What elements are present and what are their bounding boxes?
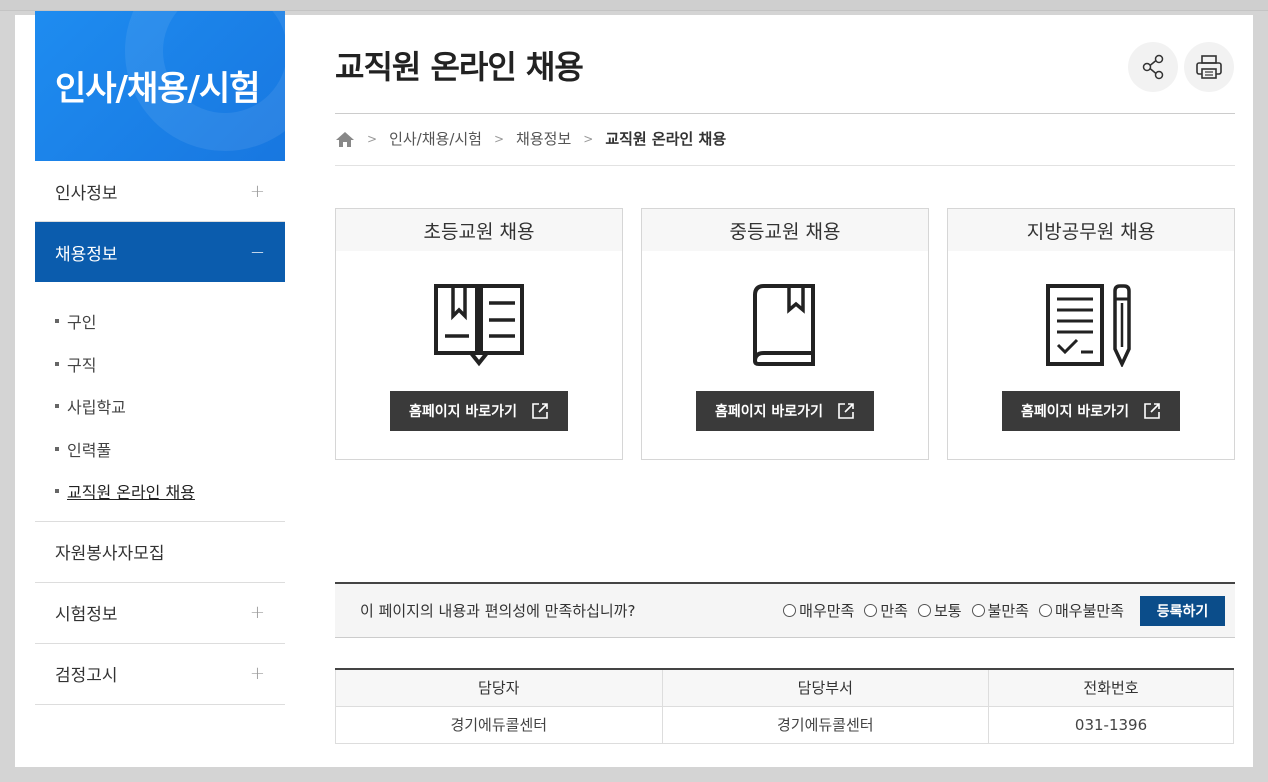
breadcrumb-item[interactable]: 인사/채용/시험 [389, 128, 482, 149]
table-header-row: 담당자 담당부서 전화번호 [335, 668, 1234, 707]
sidebar-title: 인사/채용/시험 [55, 69, 261, 109]
button-label: 홈페이지 바로가기 [1021, 404, 1129, 420]
card-elementary-recruit: 초등교원 채용 홈페이지 바로가기 [335, 208, 623, 460]
sidebar-item-label: 검정고시 [55, 666, 118, 686]
submenu-item-online-recruit[interactable]: 교직원 온라인 채용 [55, 470, 285, 513]
survey-option-satisfied[interactable]: 만족 [864, 600, 908, 621]
open-book-icon [434, 284, 524, 367]
sidebar-submenu: 구인 구직 사립학교 인력풀 교직원 온라인 채용 [35, 282, 285, 522]
sidebar-menu: 인사정보 + 채용정보 − 구인 구직 사립학교 인력풀 교직원 온라인 채용 … [35, 161, 285, 705]
card-title: 지방공무원 채용 [948, 209, 1234, 251]
chevron-right-icon: > [583, 131, 594, 146]
radio-button[interactable] [783, 604, 797, 617]
sidebar-item-volunteer[interactable]: 자원봉사자모집 [35, 522, 285, 583]
survey-option-very-dissatisfied[interactable]: 매우불만족 [1038, 600, 1124, 621]
option-label: 매우불만족 [1054, 602, 1124, 620]
option-label: 보통 [933, 602, 962, 620]
minus-icon[interactable]: − [250, 242, 265, 263]
share-button[interactable] [1128, 42, 1178, 92]
table-cell: 경기에듀콜센터 [335, 705, 663, 744]
breadcrumb-item[interactable]: 채용정보 [516, 128, 571, 149]
contact-table: 담당자 담당부서 전화번호 경기에듀콜센터 경기에듀콜센터 031-1396 [335, 668, 1234, 744]
share-icon [1142, 54, 1164, 80]
sidebar-item-hr-info[interactable]: 인사정보 + [35, 161, 285, 222]
external-link-icon [838, 403, 854, 419]
option-label: 불만족 [987, 602, 1029, 620]
document-pencil-icon [1046, 284, 1131, 367]
divider [335, 113, 1235, 114]
plus-icon[interactable]: + [250, 602, 265, 623]
submenu-link[interactable]: 인력풀 [67, 437, 111, 461]
card-secondary-recruit: 중등교원 채용 홈페이지 바로가기 [641, 208, 929, 460]
sidebar-item-ged[interactable]: 검정고시 + [35, 644, 285, 705]
table-row: 경기에듀콜센터 경기에듀콜센터 031-1396 [335, 705, 1234, 744]
homepage-link-button[interactable]: 홈페이지 바로가기 [1002, 391, 1180, 431]
option-label: 매우만족 [799, 602, 855, 620]
card-icon-wrap [642, 283, 928, 367]
column-header: 담당자 [335, 668, 663, 707]
submenu-item-job-seek[interactable]: 구직 [55, 343, 285, 386]
external-link-icon [1144, 403, 1160, 419]
sidebar-item-label: 채용정보 [55, 244, 118, 265]
table-cell: 031-1396 [988, 705, 1234, 744]
print-button[interactable] [1184, 42, 1234, 92]
sidebar-item-label: 자원봉사자모집 [55, 544, 165, 564]
submenu-item-private-school[interactable]: 사립학교 [55, 385, 285, 428]
card-icon-wrap [948, 283, 1234, 367]
survey-option-dissatisfied[interactable]: 불만족 [971, 600, 1029, 621]
divider [335, 165, 1235, 166]
radio-button[interactable] [864, 604, 878, 617]
submenu-link[interactable]: 구인 [67, 309, 96, 333]
submenu-item-talent-pool[interactable]: 인력풀 [55, 428, 285, 471]
submenu-link[interactable]: 사립학교 [67, 394, 126, 418]
radio-button[interactable] [971, 604, 985, 617]
survey-option-neutral[interactable]: 보통 [917, 600, 962, 621]
breadcrumb-current: 교직원 온라인 채용 [605, 130, 727, 148]
homepage-link-button[interactable]: 홈페이지 바로가기 [696, 391, 874, 431]
column-header: 담당부서 [661, 668, 990, 707]
radio-button[interactable] [1038, 604, 1052, 617]
page-title: 교직원 온라인 채용 [335, 48, 584, 86]
submenu-item-job-offer[interactable]: 구인 [55, 300, 285, 343]
survey-option-very-satisfied[interactable]: 매우만족 [783, 600, 854, 621]
home-icon[interactable] [335, 130, 355, 148]
plus-icon[interactable]: + [250, 181, 265, 202]
survey-options: 매우만족 만족 보통 불만족 매우불만족 등록하기 [773, 595, 1235, 626]
top-bar [0, 0, 1268, 11]
card-civil-servant-recruit: 지방공무원 채용 홈페이지 바로가기 [947, 208, 1235, 460]
sidebar-item-label: 시험정보 [55, 605, 118, 625]
card-title: 초등교원 채용 [336, 209, 622, 251]
survey-submit-button[interactable]: 등록하기 [1140, 595, 1225, 626]
external-link-icon [532, 403, 548, 419]
chevron-right-icon: > [493, 131, 505, 146]
table-cell: 경기에듀콜센터 [661, 705, 990, 744]
homepage-link-button[interactable]: 홈페이지 바로가기 [390, 391, 568, 431]
card-icon-wrap [336, 283, 622, 367]
printer-icon [1196, 55, 1222, 79]
submenu-link[interactable]: 교직원 온라인 채용 [67, 479, 195, 503]
sidebar-item-recruit-info[interactable]: 채용정보 − [35, 222, 285, 282]
sidebar-item-exam-info[interactable]: 시험정보 + [35, 583, 285, 644]
closed-book-icon [753, 284, 815, 366]
button-label: 홈페이지 바로가기 [409, 404, 517, 420]
column-header: 전화번호 [988, 668, 1234, 707]
plus-icon[interactable]: + [250, 663, 265, 684]
button-label: 홈페이지 바로가기 [715, 404, 823, 420]
satisfaction-survey: 이 페이지의 내용과 편의성에 만족하십니까? 매우만족 만족 보통 불만족 매… [335, 582, 1235, 638]
sidebar-item-label: 인사정보 [55, 183, 118, 204]
survey-question: 이 페이지의 내용과 편의성에 만족하십니까? [360, 602, 636, 620]
option-label: 만족 [880, 602, 908, 620]
sidebar-header: 인사/채용/시험 [35, 11, 285, 161]
chevron-right-icon: > [367, 131, 378, 146]
submenu-link[interactable]: 구직 [67, 352, 96, 376]
radio-button[interactable] [917, 604, 931, 617]
card-title: 중등교원 채용 [642, 209, 928, 251]
breadcrumb: > 인사/채용/시험 > 채용정보 > 교직원 온라인 채용 [335, 128, 726, 149]
